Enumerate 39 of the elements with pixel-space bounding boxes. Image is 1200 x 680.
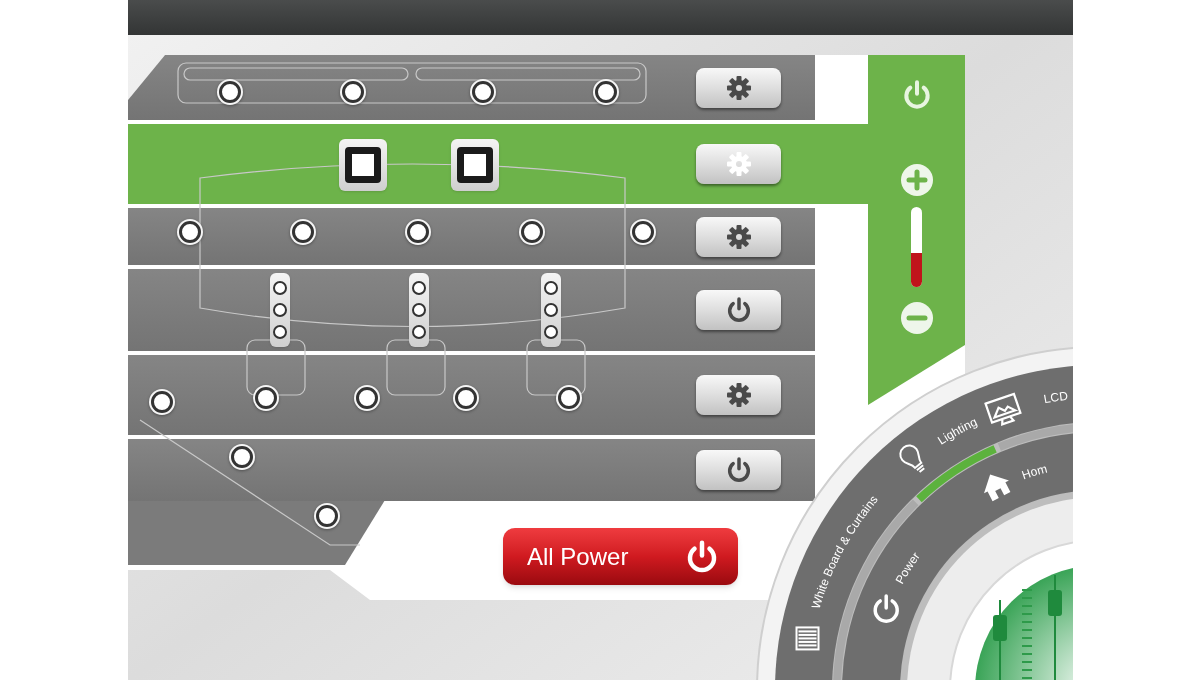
light-strip-button[interactable] <box>270 273 290 347</box>
settings-button[interactable] <box>696 375 781 415</box>
power-button[interactable] <box>696 290 781 330</box>
light-button[interactable] <box>558 387 580 409</box>
light-button[interactable] <box>356 387 378 409</box>
light-button[interactable] <box>455 387 477 409</box>
settings-icon <box>725 382 752 408</box>
light-button[interactable] <box>407 221 429 243</box>
power-icon[interactable] <box>873 594 899 623</box>
light-button[interactable] <box>521 221 543 243</box>
light-button[interactable] <box>632 221 654 243</box>
light-button[interactable] <box>316 505 338 527</box>
settings-icon <box>725 151 752 177</box>
light-button[interactable] <box>219 81 241 103</box>
blinds-icon[interactable] <box>795 626 820 651</box>
menu-label[interactable]: LCD <box>1042 388 1069 407</box>
all-power-button[interactable]: All Power <box>503 528 738 585</box>
settings-button[interactable] <box>696 67 781 108</box>
house-icon[interactable] <box>984 474 1011 502</box>
light-button[interactable] <box>255 387 277 409</box>
lightbulb-icon[interactable] <box>899 444 926 473</box>
light-button[interactable] <box>292 221 314 243</box>
settings-icon <box>725 223 752 250</box>
square-light-button[interactable] <box>339 139 387 191</box>
power-button[interactable] <box>696 450 781 490</box>
square-light-button[interactable] <box>451 139 499 191</box>
settings-button[interactable] <box>696 216 781 257</box>
light-button[interactable] <box>472 81 494 103</box>
light-button[interactable] <box>595 81 617 103</box>
monitor-icon[interactable] <box>984 392 1022 426</box>
light-strip-button[interactable] <box>541 273 561 347</box>
settings-icon <box>725 74 752 101</box>
light-button[interactable] <box>231 446 253 468</box>
light-button[interactable] <box>151 391 173 413</box>
light-strip-button[interactable] <box>409 273 429 347</box>
menu-label[interactable]: Hom <box>1020 461 1049 483</box>
light-button[interactable] <box>342 81 364 103</box>
volume-slider[interactable] <box>911 207 922 287</box>
light-button[interactable] <box>179 221 201 243</box>
